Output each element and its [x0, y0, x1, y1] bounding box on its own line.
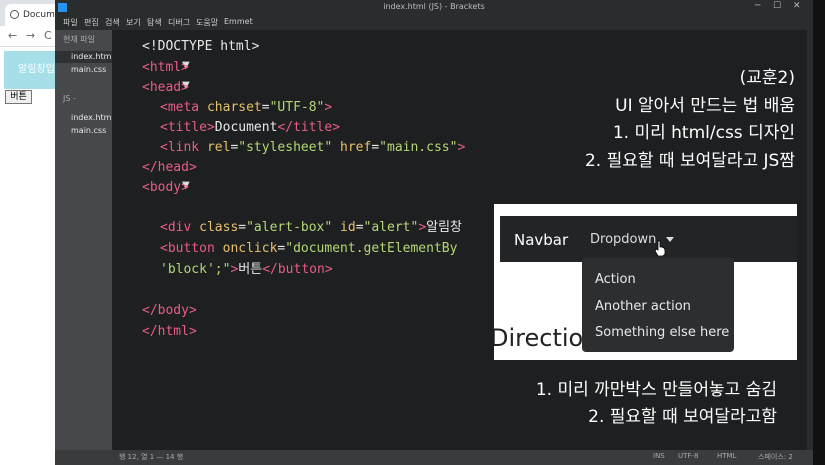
minimize-icon[interactable]: ─: [755, 1, 760, 11]
title-bar: index.html (JS) - Brackets ─ ☐ ✕: [55, 0, 813, 16]
dropdown-menu: Action Another action Something else her…: [582, 258, 734, 352]
lesson-line-1: UI 알아서 만드는 법 배움: [615, 96, 795, 116]
cursor-position: 행 12, 열 1 — 14 행: [119, 453, 184, 461]
close-icon[interactable]: ✕: [793, 1, 801, 11]
browser-window: Document ← → C 알림창입니다 버튼: [0, 0, 60, 465]
menu-emmet[interactable]: Emmet: [224, 17, 253, 26]
navbar-brand[interactable]: Navbar: [514, 231, 568, 249]
lesson-line-3: 2. 필요할 때 보여달라고 JS짬: [584, 151, 795, 171]
code-line: <head>: [142, 80, 189, 95]
code-line: </html>: [142, 324, 197, 339]
bottom-note-2: 2. 필요할 때 보여달라고함: [588, 407, 777, 427]
window-title: index.html (JS) - Brackets: [383, 2, 485, 11]
working-file-main-css[interactable]: main.css: [71, 65, 106, 74]
code-line: <html>: [142, 60, 189, 75]
back-icon[interactable]: ←: [8, 29, 17, 42]
menu-debug[interactable]: 디버그: [168, 17, 190, 28]
code-line: <div class="alert-box" id="alert">알림창: [160, 220, 463, 235]
ins-mode[interactable]: INS: [653, 452, 665, 460]
indent-setting[interactable]: 스페이스: 2: [758, 452, 793, 462]
code-line: <title>Document</title>: [160, 120, 341, 135]
code-line: <body>: [142, 180, 189, 195]
working-file-index[interactable]: index.html: [71, 52, 114, 61]
menu-help[interactable]: 도움말: [196, 17, 218, 28]
code-line: <button onclick="document.getElementBy: [160, 241, 458, 256]
status-bar: 행 12, 열 1 — 14 행 INS UTF-8 HTML 스페이스: 2: [55, 450, 813, 465]
right-toolbar: [813, 0, 825, 465]
code-line: </head>: [142, 160, 197, 175]
project-file-main-css[interactable]: main.css: [71, 126, 106, 135]
code-line: <!DOCTYPE html>: [142, 39, 260, 54]
dropdown-toggle[interactable]: Dropdown: [590, 232, 656, 247]
language-select[interactable]: HTML: [717, 452, 736, 460]
browser-nav-row: ← → C: [0, 26, 60, 47]
code-line: <link rel="stylesheet" href="main.css">: [160, 140, 466, 155]
code-line: <meta charset="UTF-8">: [160, 100, 333, 115]
code-line: 'block';">버튼</button>: [160, 262, 333, 277]
example-navbar: Navbar Dropdown: [500, 216, 797, 262]
menu-bar: 파일 편집 검색 보기 탐색 디버그 도움말 Emmet: [55, 16, 813, 30]
dropdown-item-another[interactable]: Another action: [595, 299, 691, 314]
dropdown-item-action[interactable]: Action: [595, 272, 636, 287]
forward-icon[interactable]: →: [26, 29, 35, 42]
navbar-example-image: Direction Navbar Dropdown Action Another…: [494, 204, 797, 360]
lesson-line-2: 1. 미리 html/css 디자인: [612, 123, 795, 143]
menu-edit[interactable]: 편집: [84, 17, 99, 28]
browser-tab[interactable]: Document: [5, 4, 60, 26]
menu-file[interactable]: 파일: [63, 17, 78, 28]
menu-navigate[interactable]: 탐색: [147, 17, 162, 28]
lesson-title: (교훈2): [739, 68, 795, 88]
alert-box: 알림창입니다: [4, 51, 60, 89]
caret-down-icon: [666, 237, 674, 242]
page-button[interactable]: 버튼: [5, 90, 32, 104]
menu-view[interactable]: 보기: [126, 17, 141, 28]
reload-icon[interactable]: C: [44, 29, 52, 42]
code-line: </body>: [142, 303, 197, 318]
file-sidebar: 현재 파일 index.html main.css JS - index.htm…: [55, 30, 114, 450]
project-file-index[interactable]: index.html: [71, 113, 114, 122]
project-header[interactable]: JS -: [63, 94, 76, 103]
bottom-note-1: 1. 미리 까만박스 만들어놓고 숨김: [535, 380, 777, 400]
encoding-select[interactable]: UTF-8: [678, 452, 698, 460]
maximize-icon[interactable]: ☐: [773, 1, 781, 11]
dropdown-item-something[interactable]: Something else here: [595, 325, 729, 340]
hand-cursor-icon: [654, 240, 666, 256]
browser-tab-bar: Document: [0, 0, 60, 26]
working-files-header: 현재 파일: [63, 35, 95, 44]
globe-icon: [10, 10, 19, 19]
menu-search[interactable]: 검색: [105, 17, 120, 28]
